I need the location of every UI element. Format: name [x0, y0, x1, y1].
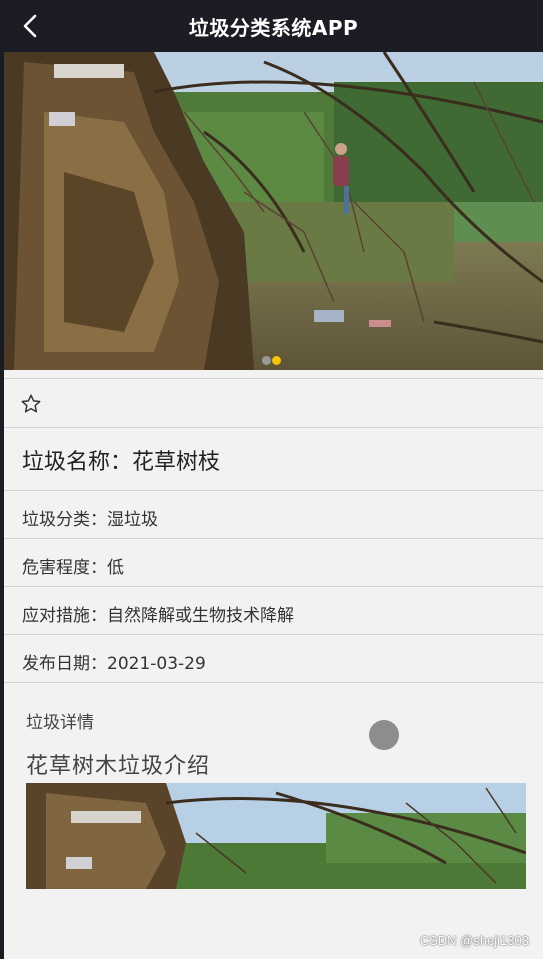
hazard-level-row: 危害程度：低	[4, 539, 543, 587]
hero-photo	[4, 52, 543, 370]
floating-assistive-button[interactable]	[369, 720, 399, 750]
favorite-row	[4, 378, 543, 428]
navigation-bar: 垃圾分类系统APP	[4, 0, 543, 52]
garbage-category: 垃圾分类：湿垃圾	[22, 510, 158, 530]
detail-image	[26, 783, 526, 889]
detail-title: 花草树木垃圾介绍	[26, 754, 211, 779]
garbage-name-row: 垃圾名称：花草树枝	[4, 428, 543, 491]
carousel-dot-active[interactable]	[272, 356, 281, 365]
star-outline-icon[interactable]	[20, 393, 42, 415]
page-title: 垃圾分类系统APP	[188, 16, 359, 40]
hazard-level: 危害程度：低	[22, 558, 124, 578]
hero-image-carousel[interactable]	[4, 52, 543, 370]
measure-row: 应对措施：自然降解或生物技术降解	[4, 587, 543, 635]
response-measure: 应对措施：自然降解或生物技术降解	[22, 606, 294, 626]
detail-section-label: 垃圾详情	[26, 713, 94, 733]
detail-photo	[26, 783, 526, 889]
garbage-name: 垃圾名称：花草树枝	[22, 450, 221, 475]
watermark: CSDN @sheji1303	[419, 933, 529, 948]
app-screen: 垃圾分类系统APP 垃圾名称：花草树枝 垃圾分类：湿垃圾 危害程度：低 应对措施…	[4, 0, 543, 959]
garbage-category-row: 垃圾分类：湿垃圾	[4, 491, 543, 539]
publish-date: 发布日期：2021-03-29	[22, 654, 206, 674]
carousel-dot-inactive[interactable]	[262, 356, 271, 365]
publish-date-row: 发布日期：2021-03-29	[4, 635, 543, 683]
